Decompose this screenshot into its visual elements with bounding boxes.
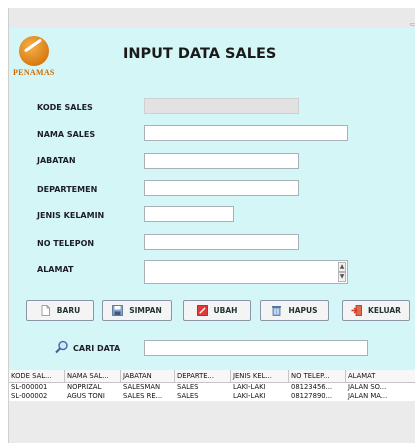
ubah-button-label: UBAH xyxy=(213,306,238,315)
keluar-button-label: KELUAR xyxy=(368,306,401,315)
table-cell: LAKI-LAKI xyxy=(233,392,266,400)
table-cell: AGUS TONI xyxy=(67,392,105,400)
new-document-icon xyxy=(41,305,50,316)
scroll-up-arrow-icon[interactable]: ▲ xyxy=(338,262,346,272)
cari-data-input[interactable] xyxy=(144,340,368,356)
window-control-button[interactable]: ▭ xyxy=(410,20,415,28)
penamas-logo: PENAMAS xyxy=(13,36,61,82)
table-cell: SALESMAN xyxy=(123,383,161,391)
hapus-button[interactable]: HAPUS xyxy=(260,300,329,321)
table-cell: LAKI-LAKI xyxy=(233,383,266,391)
table-cell: 08123456... xyxy=(291,383,333,391)
search-icon xyxy=(55,340,68,354)
kode-sales-field[interactable] xyxy=(144,98,299,114)
no-telepon-field[interactable] xyxy=(144,234,299,250)
sales-input-window: ▭ PENAMAS INPUT DATA SALES KODE SALES NA… xyxy=(8,8,415,443)
table-row[interactable]: SL-000001 NOPRIZAL SALESMAN SALES LAKI-L… xyxy=(9,383,415,392)
table-cell: JALAN MA... xyxy=(348,392,388,400)
column-header[interactable]: KODE SAL... xyxy=(9,370,65,383)
form-panel: PENAMAS INPUT DATA SALES KODE SALES NAMA… xyxy=(9,28,415,370)
keluar-button[interactable]: KELUAR xyxy=(342,300,410,321)
cari-data-label: CARI DATA xyxy=(73,344,121,353)
table-cell: SALES xyxy=(177,383,199,391)
alamat-textarea[interactable]: ▲ ▼ xyxy=(144,260,348,284)
logo-emblem xyxy=(19,36,49,66)
simpan-button-label: SIMPAN xyxy=(129,306,162,315)
baru-button-label: BARU xyxy=(56,306,81,315)
table-cell: SALES xyxy=(177,392,199,400)
no-telepon-label: NO TELEPON xyxy=(37,239,95,248)
jenis-kelamin-field[interactable] xyxy=(144,206,234,222)
exit-icon xyxy=(351,305,362,316)
hapus-button-label: HAPUS xyxy=(288,306,318,315)
save-icon xyxy=(112,305,124,316)
column-header[interactable]: NO TELEP... xyxy=(289,370,346,383)
baru-button[interactable]: BARU xyxy=(26,300,94,321)
jenis-kelamin-label: JENIS KELAMIN xyxy=(37,211,105,220)
sales-table: KODE SAL... NAMA SAL... JABATAN DEPARTE.… xyxy=(9,370,415,443)
ubah-button[interactable]: UBAH xyxy=(183,300,251,321)
column-header[interactable]: JABATAN xyxy=(121,370,175,383)
edit-icon xyxy=(196,305,208,316)
departemen-field[interactable] xyxy=(144,180,299,196)
page-title: INPUT DATA SALES xyxy=(123,46,277,62)
column-header[interactable]: NAMA SAL... xyxy=(65,370,121,383)
kode-sales-label: KODE SALES xyxy=(37,103,93,112)
table-row[interactable]: SL-000002 AGUS TONI SALES RE... SALES LA… xyxy=(9,392,415,401)
table-cell: SL-000001 xyxy=(11,383,48,391)
nama-sales-field[interactable] xyxy=(144,125,348,141)
table-cell: JALAN SO... xyxy=(348,383,387,391)
jabatan-field[interactable] xyxy=(144,153,299,169)
scroll-down-arrow-icon[interactable]: ▼ xyxy=(338,272,346,282)
nama-sales-label: NAMA SALES xyxy=(37,130,96,139)
table-cell: SALES RE... xyxy=(123,392,163,400)
column-header[interactable]: JENIS KEL... xyxy=(231,370,289,383)
logo-text: PENAMAS xyxy=(13,68,55,77)
departemen-label: DEPARTEMEN xyxy=(37,185,98,194)
table-header: KODE SAL... NAMA SAL... JABATAN DEPARTE.… xyxy=(9,370,415,383)
jabatan-label: JABATAN xyxy=(37,156,76,165)
table-cell: SL-000002 xyxy=(11,392,48,400)
title-bar: ▭ xyxy=(9,8,415,28)
column-header[interactable]: DEPARTE... xyxy=(175,370,231,383)
table-cell: NOPRIZAL xyxy=(67,383,102,391)
alamat-label: ALAMAT xyxy=(37,265,74,274)
simpan-button[interactable]: SIMPAN xyxy=(102,300,172,321)
delete-icon xyxy=(272,306,282,316)
column-header[interactable]: ALAMAT xyxy=(346,370,415,383)
table-cell: 08127890... xyxy=(291,392,333,400)
